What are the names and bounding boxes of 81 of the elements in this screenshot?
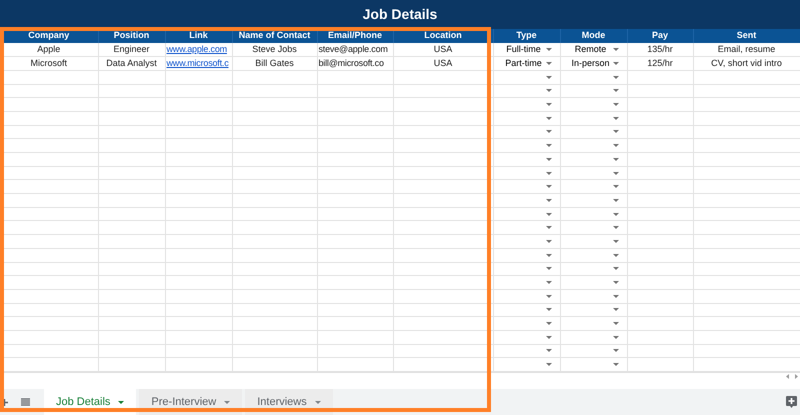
dropdown-arrow-icon[interactable] (612, 226, 618, 230)
dropdown-arrow-icon[interactable] (546, 158, 552, 161)
table-cell-text: USA (432, 59, 454, 68)
table-cell-text: bill@microsoft.co (318, 59, 385, 68)
dropdown-arrow-icon[interactable] (546, 363, 552, 366)
dropdown-arrow-icon[interactable] (612, 130, 618, 134)
dropdown-value: Part-time (504, 59, 543, 68)
table-cell-text: Steve Jobs (251, 45, 298, 54)
dropdown-arrow-icon[interactable] (546, 267, 552, 270)
dropdown-arrow-icon[interactable] (612, 363, 618, 366)
dropdown-arrow-icon[interactable] (612, 336, 618, 339)
link[interactable]: www.microsoft.c (166, 59, 231, 68)
dropdown-value: In-person (570, 59, 611, 68)
add-sheet-icon[interactable] (1, 398, 9, 406)
dropdown-arrow-icon[interactable] (612, 240, 618, 243)
dropdown-arrow-icon[interactable] (546, 89, 552, 92)
dropdown-arrow-icon[interactable] (612, 281, 618, 284)
dropdown-arrow-icon[interactable] (546, 226, 552, 230)
dropdown-arrow-icon[interactable] (612, 349, 618, 352)
table-cell-text: 135/hr (646, 45, 674, 54)
dropdown-arrow-icon[interactable] (546, 48, 552, 52)
dropdown-arrow-icon[interactable] (612, 76, 618, 79)
dropdown-arrow-icon[interactable] (546, 322, 552, 326)
table-cell-text: steve@apple.com (318, 45, 389, 54)
dropdown-arrow-icon[interactable] (546, 198, 552, 202)
dropdown-arrow-icon[interactable] (546, 281, 552, 284)
column-header: Sent (693, 29, 800, 43)
table-cell-text: 125/hr (646, 59, 674, 68)
table-cell-text: CV, short vid intro (710, 59, 783, 68)
dropdown-arrow-icon[interactable] (612, 212, 618, 216)
dropdown-arrow-icon[interactable] (546, 62, 552, 66)
dropdown-arrow-icon[interactable] (546, 76, 552, 79)
table-cell-text: Data Analyst (105, 59, 158, 68)
scroll-right-icon[interactable] (794, 374, 799, 379)
dropdown-arrow-icon[interactable] (546, 103, 552, 106)
dropdown-arrow-icon[interactable] (612, 294, 618, 298)
dropdown-arrow-icon[interactable] (612, 185, 618, 188)
dropdown-arrow-icon[interactable] (546, 254, 552, 257)
dropdown-arrow-icon[interactable] (612, 267, 618, 270)
dropdown-arrow-icon[interactable] (612, 62, 618, 66)
link[interactable]: www.apple.com (166, 45, 231, 54)
dropdown-arrow-icon[interactable] (612, 158, 618, 161)
dropdown-arrow-icon[interactable] (546, 308, 552, 312)
dropdown-arrow-icon[interactable] (546, 349, 552, 352)
dropdown-arrow-icon[interactable] (546, 130, 552, 134)
dropdown-arrow-icon[interactable] (612, 254, 618, 257)
table-cell-text: Apple (36, 45, 62, 54)
scroll-left-icon[interactable] (785, 374, 790, 379)
dropdown-value: Full-time (505, 45, 542, 54)
dropdown-arrow-icon[interactable] (612, 89, 618, 92)
dropdown-arrow-icon[interactable] (612, 198, 618, 202)
dropdown-arrow-icon[interactable] (546, 172, 552, 175)
dropdown-arrow-icon[interactable] (546, 240, 552, 243)
dropdown-arrow-icon[interactable] (546, 185, 552, 188)
dropdown-arrow-icon[interactable] (612, 103, 618, 106)
table-cell-text: Microsoft (29, 59, 68, 68)
dropdown-arrow-icon[interactable] (546, 212, 552, 216)
dropdown-value: Remote (574, 45, 608, 54)
table-cell-text: Email, resume (716, 45, 776, 54)
column-header: Mode (560, 29, 627, 43)
caret-icon (118, 400, 124, 404)
dropdown-arrow-icon[interactable] (612, 308, 618, 312)
column-header: Type (493, 29, 560, 43)
table-cell-text: USA (432, 45, 454, 54)
sheet-title: Job Details (362, 5, 438, 24)
dropdown-arrow-icon[interactable] (612, 144, 618, 148)
dropdown-arrow-icon[interactable] (612, 116, 618, 120)
caret-icon (314, 400, 321, 404)
dropdown-arrow-icon[interactable] (612, 172, 618, 175)
table-cell-text: Engineer (112, 45, 151, 54)
dropdown-arrow-icon[interactable] (546, 336, 552, 339)
dropdown-arrow-icon[interactable] (546, 294, 552, 298)
sheet-list-icon[interactable] (21, 398, 30, 406)
dropdown-arrow-icon[interactable] (546, 144, 552, 148)
caret-icon (224, 400, 230, 404)
explore-icon[interactable] (786, 396, 797, 408)
table-cell-text: Bill Gates (254, 59, 295, 68)
dropdown-arrow-icon[interactable] (546, 116, 552, 120)
column-header: Pay (627, 29, 693, 43)
dropdown-arrow-icon[interactable] (612, 48, 618, 52)
dropdown-arrow-icon[interactable] (612, 322, 618, 326)
